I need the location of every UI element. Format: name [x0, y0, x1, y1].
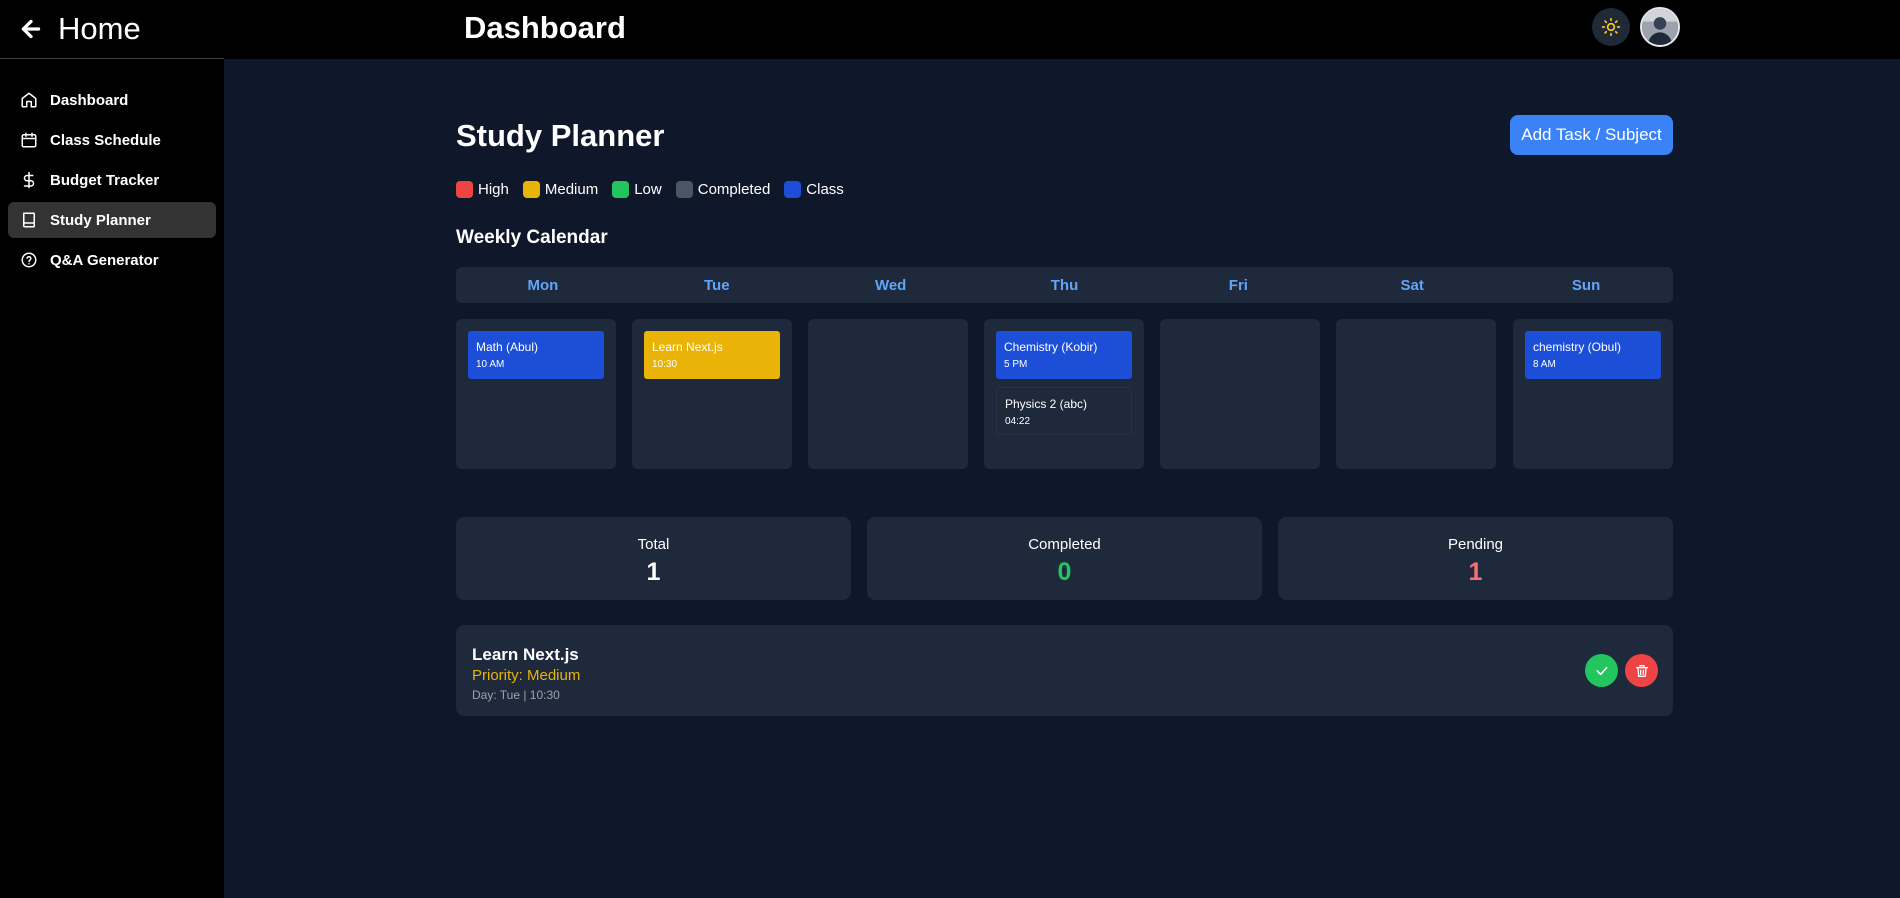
stat-label: Pending [1447, 536, 1504, 553]
calendar-event[interactable]: Learn Next.js 10:30 [644, 331, 780, 379]
sidebar-item-class-schedule[interactable]: Class Schedule [8, 122, 216, 158]
event-time: 10 AM [476, 359, 505, 370]
dollar-icon [23, 171, 35, 189]
sidebar: Dashboard Class Schedule Budget Tracker … [0, 59, 224, 898]
legend-item-high: High [456, 180, 509, 198]
book-icon [23, 212, 35, 228]
legend-label: Low [634, 180, 662, 198]
complete-task-button[interactable] [1585, 654, 1618, 687]
page-title: Study Planner [456, 118, 665, 153]
day-header-tue: Tue [704, 276, 730, 294]
event-time: 5 PM [1004, 359, 1028, 370]
day-column-mon[interactable]: Math (Abul) 10 AM [456, 319, 616, 469]
sidebar-item-budget-tracker[interactable]: Budget Tracker [8, 162, 216, 198]
sidebar-item-label: Q&A Generator [50, 251, 159, 269]
day-column-thu[interactable]: Chemistry (Kobir) 5 PM Physics 2 (abc) 0… [984, 319, 1144, 469]
user-avatar[interactable] [1640, 7, 1680, 47]
legend: High Medium Low Completed Class [456, 180, 844, 198]
task-title: Learn Next.js [472, 645, 579, 664]
legend-item-class: Class [784, 180, 844, 198]
day-column-sat[interactable] [1336, 319, 1496, 469]
calendar-event[interactable]: chemistry (Obul) 8 AM [1525, 331, 1661, 379]
event-title: Physics 2 (abc) [1005, 397, 1088, 411]
calendar-event[interactable]: Math (Abul) 10 AM [468, 331, 604, 379]
day-header-sun: Sun [1571, 276, 1601, 294]
day-header-thu: Thu [1050, 276, 1079, 294]
home-label: Home [58, 11, 141, 46]
stat-completed: Completed 0 [867, 517, 1262, 600]
event-title: chemistry (Obul) [1533, 340, 1622, 354]
day-column-tue[interactable]: Learn Next.js 10:30 [632, 319, 792, 469]
legend-label: Class [806, 180, 844, 198]
task-day: Day: Tue | 10:30 [472, 688, 560, 702]
check-icon [1596, 666, 1607, 675]
trash-icon [1635, 664, 1648, 677]
home-link[interactable]: Home [18, 10, 141, 48]
stat-value: 0 [1057, 558, 1072, 586]
stat-label: Total [637, 536, 670, 553]
header-title: Dashboard [464, 10, 626, 45]
event-title: Chemistry (Kobir) [1004, 340, 1098, 354]
task-priority: Priority: Medium [472, 667, 581, 684]
day-column-sun[interactable]: chemistry (Obul) 8 AM [1513, 319, 1673, 469]
calendar-event[interactable]: Physics 2 (abc) 04:22 [996, 387, 1132, 435]
sidebar-item-study-planner[interactable]: Study Planner [8, 202, 216, 238]
help-circle-icon [21, 252, 37, 268]
add-task-button[interactable]: Add Task / Subject [1510, 115, 1673, 155]
day-header-sat: Sat [1400, 276, 1424, 294]
legend-label: Completed [697, 180, 771, 198]
calendar-event[interactable]: Chemistry (Kobir) 5 PM [996, 331, 1132, 379]
top-bar: Home Dashboard [0, 0, 1900, 58]
calendar-day-headers: Mon Tue Wed Thu Fri Sat Sun [456, 267, 1673, 303]
sidebar-item-qa-generator[interactable]: Q&A Generator [8, 242, 216, 278]
avatar-image [1642, 9, 1678, 45]
home-icon [21, 92, 37, 108]
sidebar-item-dashboard[interactable]: Dashboard [8, 82, 216, 118]
legend-label: Medium [544, 180, 599, 198]
event-time: 10:30 [652, 359, 678, 370]
stat-pending: Pending 1 [1278, 517, 1673, 600]
stat-value: 1 [1468, 558, 1483, 586]
legend-item-low: Low [612, 180, 662, 198]
event-time: 8 AM [1533, 359, 1556, 370]
day-column-fri[interactable] [1160, 319, 1320, 469]
day-header-wed: Wed [874, 276, 907, 294]
theme-toggle-button[interactable] [1592, 8, 1630, 46]
stat-total: Total 1 [456, 517, 851, 600]
legend-swatch [784, 180, 802, 198]
weekly-calendar-title: Weekly Calendar [456, 227, 608, 248]
stat-label: Completed [1028, 536, 1101, 553]
legend-label: High [478, 180, 509, 198]
sidebar-item-label: Dashboard [50, 91, 129, 109]
day-column-wed[interactable] [808, 319, 968, 469]
sidebar-item-label: Study Planner [50, 211, 151, 229]
sidebar-item-label: Class Schedule [50, 131, 161, 149]
delete-task-button[interactable] [1625, 654, 1658, 687]
day-header-fri: Fri [1228, 276, 1248, 294]
legend-swatch [522, 180, 540, 198]
legend-swatch [456, 180, 473, 198]
arrow-left-icon [21, 19, 41, 39]
sidebar-item-label: Budget Tracker [50, 171, 160, 189]
calendar-icon [21, 132, 37, 148]
day-header-mon: Mon [527, 276, 559, 294]
sun-icon [1601, 17, 1621, 37]
legend-swatch [675, 180, 693, 198]
legend-swatch [612, 180, 630, 198]
event-time: 04:22 [1005, 416, 1031, 427]
event-title: Learn Next.js [652, 340, 723, 354]
event-title: Math (Abul) [476, 340, 539, 354]
stat-value: 1 [646, 558, 661, 586]
legend-item-completed: Completed [675, 180, 771, 198]
legend-item-medium: Medium [522, 180, 599, 198]
task-card: Learn Next.js Priority: Medium Day: Tue … [456, 625, 1673, 716]
